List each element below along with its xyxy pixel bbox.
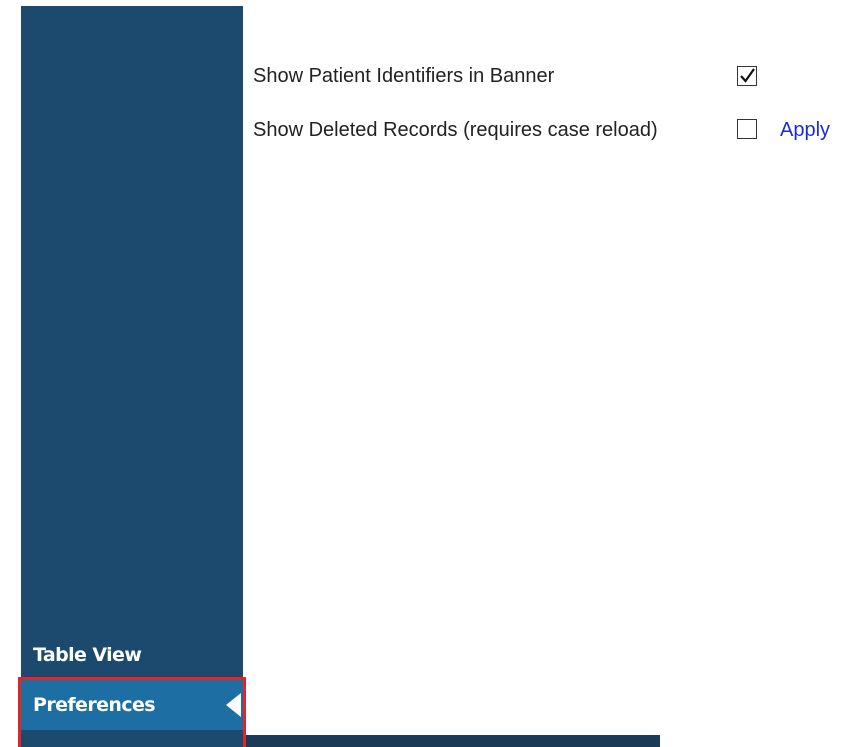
sidebar-item-label: Table View (33, 644, 142, 666)
show-deleted-records-checkbox[interactable] (737, 119, 757, 139)
check-icon (740, 68, 755, 83)
highlight-border-right (243, 677, 246, 747)
show-patient-identifiers-checkbox[interactable] (737, 66, 757, 86)
sidebar-nav: Table View (21, 6, 243, 747)
sidebar-bottom (21, 735, 243, 747)
highlight-border-left (18, 677, 21, 747)
sidebar-item-label: Preferences (33, 694, 156, 716)
setting-show-deleted-records-label: Show Deleted Records (requires case relo… (253, 118, 658, 141)
sidebar-item-table-view[interactable]: Table View (21, 631, 243, 679)
sidebar-item-preferences[interactable]: Preferences (18, 677, 246, 730)
selected-pointer-icon (226, 693, 241, 717)
setting-show-patient-identifiers-label: Show Patient Identifiers in Banner (253, 64, 555, 87)
apply-link[interactable]: Apply (780, 117, 830, 143)
